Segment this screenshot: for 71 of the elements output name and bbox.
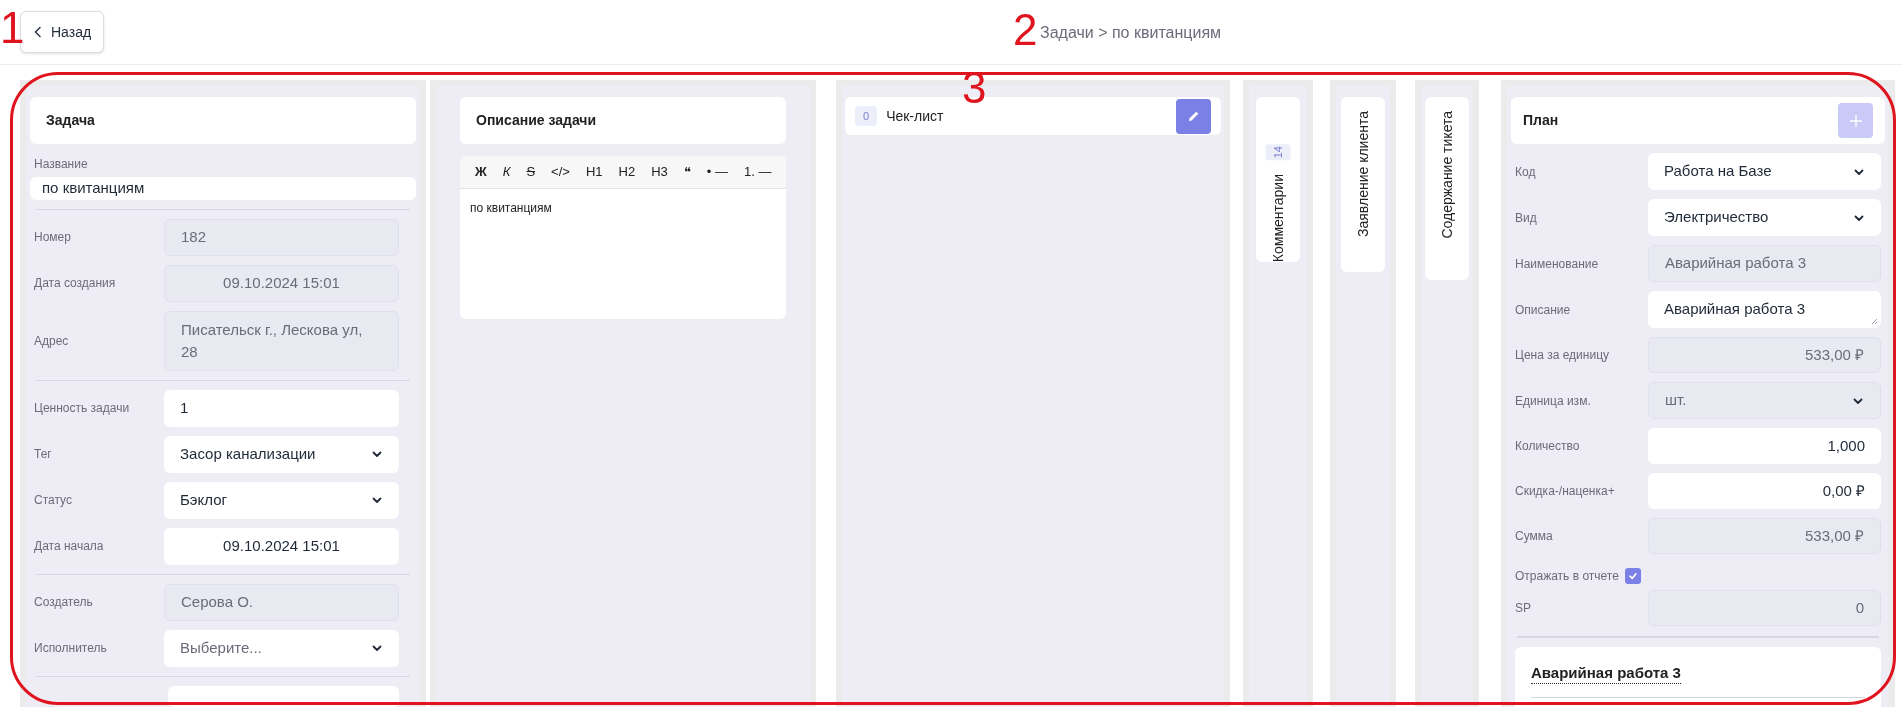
- input-field: 182: [164, 218, 399, 256]
- input-field[interactable]: по квитанциям: [30, 177, 416, 200]
- field-label: Исполнитель: [34, 640, 108, 657]
- field-label: Цена за единицу: [1515, 347, 1610, 363]
- panel-title: Задача: [46, 111, 95, 130]
- format-button[interactable]: S: [519, 160, 543, 184]
- format-button[interactable]: H1: [578, 160, 610, 184]
- annotation-number: 2: [1013, 8, 1038, 52]
- input-field: 533,00 ₽: [1648, 518, 1881, 554]
- format-button[interactable]: ❝: [676, 160, 698, 184]
- field-label: Вид: [1515, 209, 1538, 226]
- side-tab[interactable]: Содержание тикета: [1425, 97, 1469, 280]
- count-badge: 0: [855, 105, 878, 127]
- input-field: Серова О.: [164, 583, 399, 621]
- field-label: Дата создания: [34, 275, 117, 292]
- pencil-icon: [1186, 109, 1201, 123]
- select-field[interactable]: Электричество: [1648, 199, 1881, 236]
- text-area[interactable]: Аварийная работа 3: [1648, 291, 1881, 328]
- count-badge: 14: [1265, 143, 1291, 160]
- select-field[interactable]: Выберите...: [164, 629, 399, 667]
- input-field: Аварийная работа 3: [1648, 245, 1881, 282]
- panel-title: Описание задачи: [476, 111, 597, 130]
- input-field: 533,00 ₽: [1648, 337, 1881, 373]
- format-button[interactable]: H3: [644, 160, 675, 184]
- checkmark-icon: [1627, 571, 1638, 581]
- format-button[interactable]: </>: [544, 160, 577, 184]
- date-field[interactable]: 09.10.2024 15:01: [164, 527, 399, 565]
- field-label: Статус: [34, 492, 73, 509]
- panel-title: План: [1523, 111, 1559, 130]
- chevron-left-icon: [33, 26, 43, 38]
- field-label: Описание: [1515, 301, 1572, 318]
- edit-button[interactable]: [1176, 98, 1211, 134]
- side-tab[interactable]: Комментарии 14: [1256, 97, 1300, 262]
- format-button[interactable]: H2: [611, 160, 643, 184]
- input-field[interactable]: 1,000: [1648, 428, 1881, 464]
- field-label: Номер: [34, 229, 72, 246]
- field-label: Код: [1515, 163, 1537, 180]
- format-button[interactable]: Ж: [468, 160, 494, 184]
- page-title: Задачи > по квитанциям: [1040, 23, 1222, 43]
- format-button[interactable]: 1. —: [736, 160, 779, 184]
- format-button[interactable]: К: [495, 160, 518, 184]
- field-label: Название: [33, 156, 89, 173]
- side-tab[interactable]: Заявление клиента: [1341, 97, 1385, 272]
- field-label: Ценность задачи: [34, 400, 131, 417]
- input-field[interactable]: 1: [164, 389, 399, 427]
- input-field: Писательск г., Лескова ул, 28: [164, 310, 399, 371]
- select-field[interactable]: Бэклог: [164, 481, 399, 519]
- checkbox[interactable]: [1624, 568, 1641, 584]
- editor-text: по квитанциям: [469, 200, 553, 217]
- field-label: Создатель: [34, 594, 94, 611]
- field-label: Наименование: [1515, 255, 1600, 272]
- field-label: Сумма: [1515, 528, 1554, 544]
- input-field[interactable]: 0,00 ₽: [1648, 473, 1881, 509]
- input-field: 0: [1648, 590, 1881, 626]
- field-label: Количество: [1515, 438, 1581, 454]
- select-field[interactable]: Засор канализации: [164, 435, 399, 473]
- field-label: Тег: [34, 446, 53, 463]
- text-editor[interactable]: Ж К S </> H1 H2 H3 ❝ • — 1. — по квитанциям: [460, 156, 786, 319]
- plus-icon: [1848, 113, 1863, 128]
- field-label: Дата начала: [34, 538, 105, 555]
- select-field[interactable]: Работа на Базе: [1648, 153, 1881, 190]
- field-label: SP: [1515, 600, 1532, 616]
- field-label: Единица изм.: [1515, 392, 1592, 409]
- format-button[interactable]: • —: [699, 160, 735, 184]
- item-title[interactable]: Аварийная работа 3: [1531, 664, 1681, 684]
- field-label: Отражать в отчете: [1515, 568, 1620, 585]
- panel-title: Чек-лист: [886, 106, 944, 126]
- field-label: Скидка-/наценка+: [1515, 483, 1616, 499]
- resize-grip-icon: [1871, 318, 1878, 325]
- date-field: 09.10.2024 15:01: [164, 264, 399, 302]
- field-label: Адрес: [34, 332, 70, 349]
